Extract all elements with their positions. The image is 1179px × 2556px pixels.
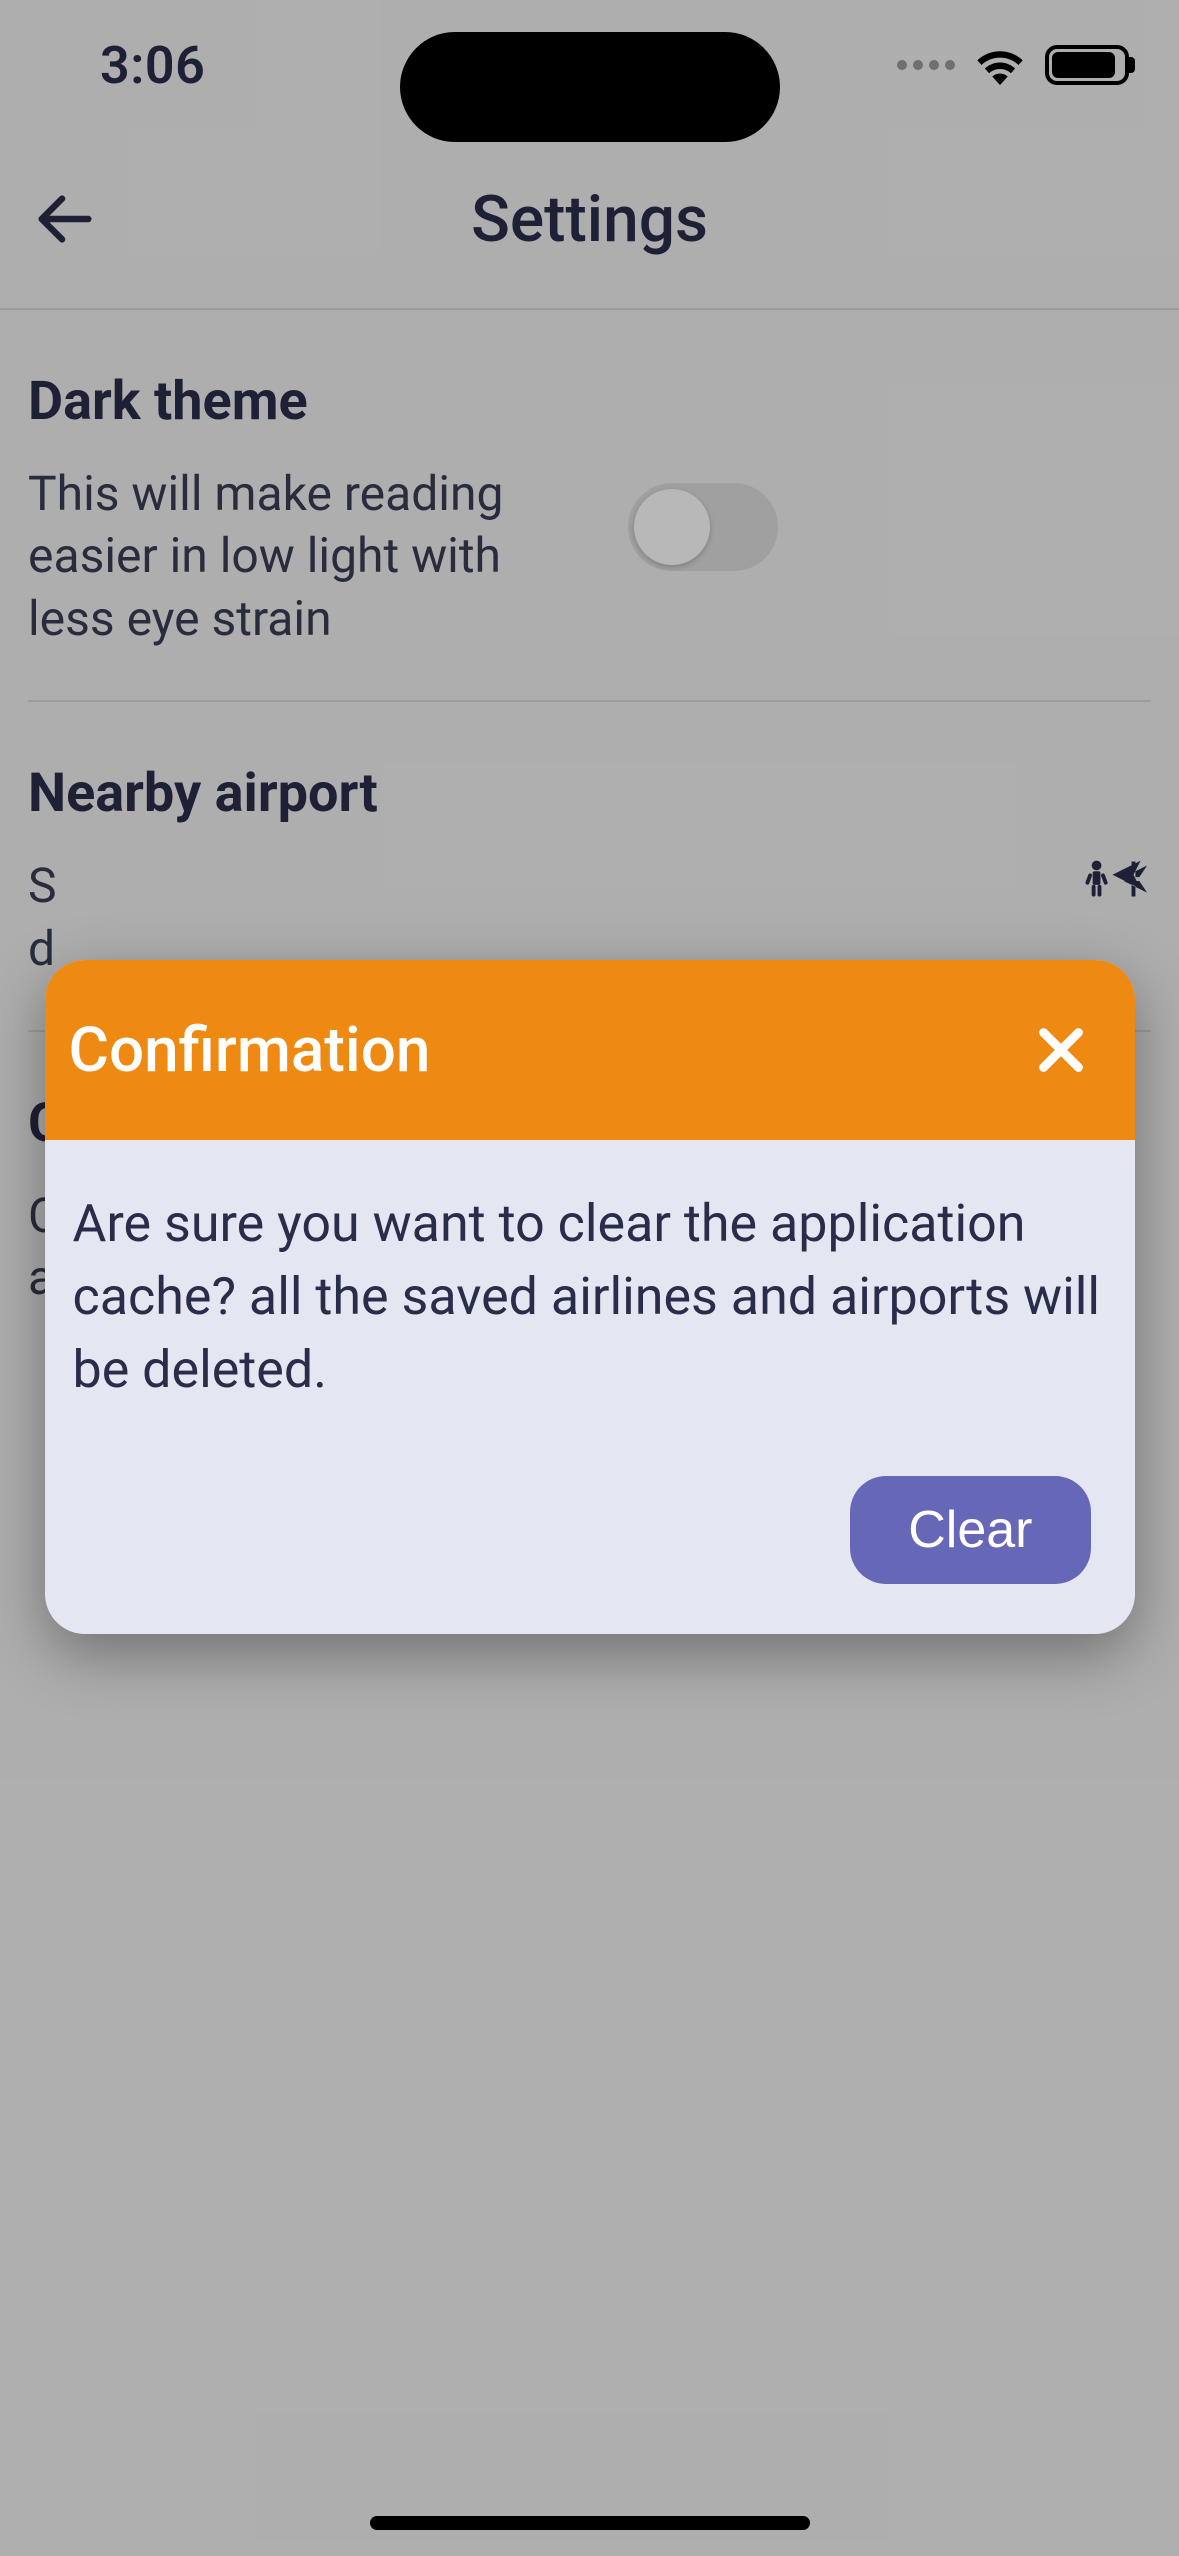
modal-title: Confirmation	[69, 1014, 431, 1087]
clear-button[interactable]: Clear	[850, 1476, 1090, 1584]
close-icon	[1031, 1020, 1091, 1080]
close-button[interactable]	[1021, 1010, 1101, 1090]
confirmation-modal: Confirmation Are sure you want to clear …	[45, 960, 1135, 1634]
modal-actions: Clear	[45, 1446, 1135, 1634]
modal-overlay[interactable]: Confirmation Are sure you want to clear …	[0, 0, 1179, 2556]
modal-message: Are sure you want to clear the applicati…	[73, 1188, 1107, 1406]
home-indicator	[370, 2516, 810, 2530]
modal-header: Confirmation	[45, 960, 1135, 1140]
modal-body: Are sure you want to clear the applicati…	[45, 1140, 1135, 1446]
